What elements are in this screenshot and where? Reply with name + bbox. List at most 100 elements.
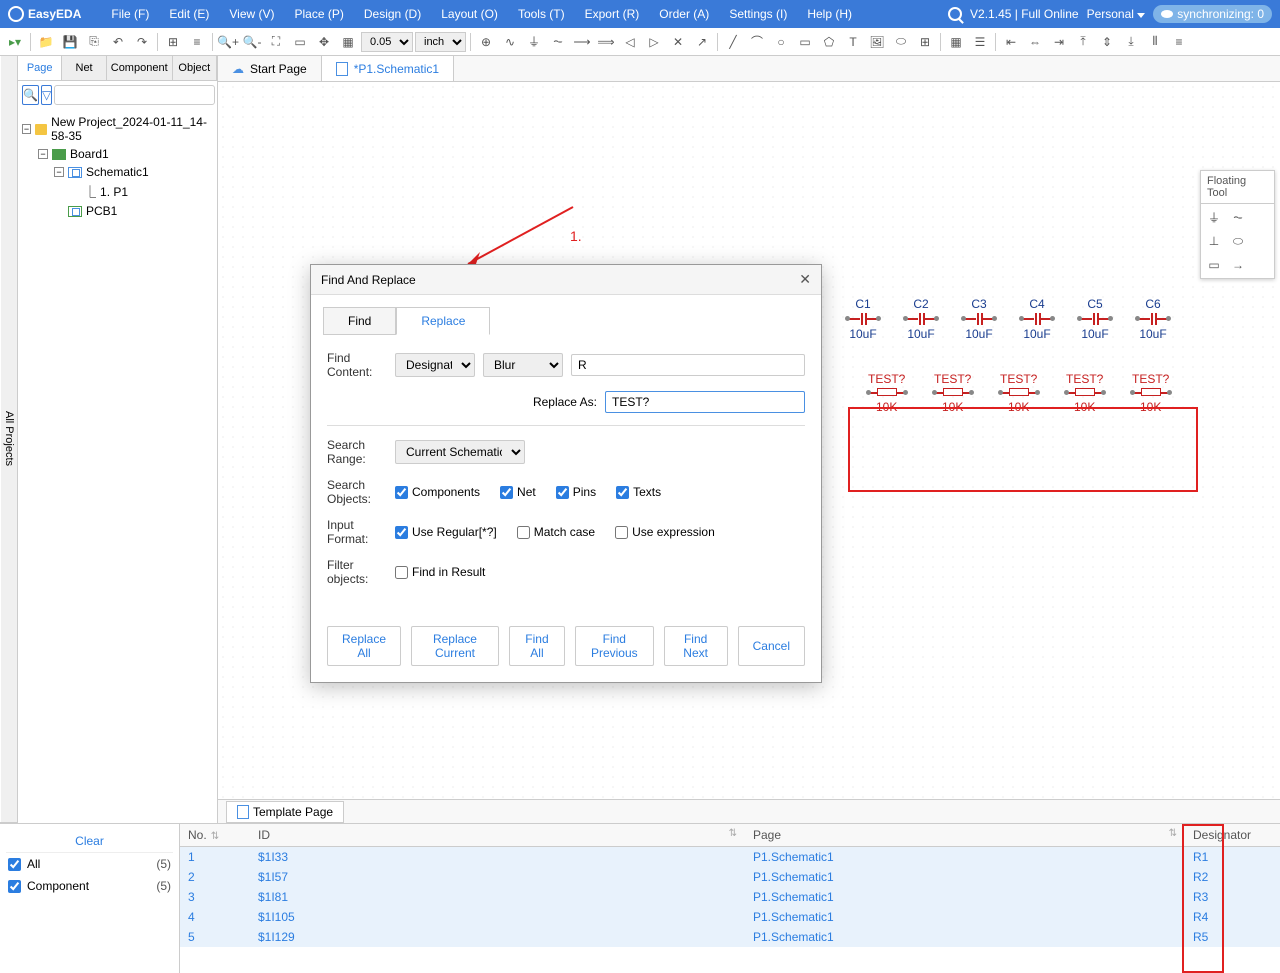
- text-icon[interactable]: T: [842, 31, 864, 53]
- replace-all-button[interactable]: Replace All: [327, 626, 401, 666]
- component-icon[interactable]: ⊕: [475, 31, 497, 53]
- match-mode-select[interactable]: Blur: [483, 353, 563, 377]
- menu-item[interactable]: Export (R): [575, 7, 650, 21]
- tree-project[interactable]: −New Project_2024-01-11_14-58-35: [22, 113, 213, 145]
- tree-pcb[interactable]: PCB1: [22, 202, 213, 220]
- result-row[interactable]: 4$1I105P1.Schematic1R4: [180, 907, 1280, 927]
- menu-item[interactable]: File (F): [101, 7, 159, 21]
- tab-schematic[interactable]: *P1.Schematic1: [322, 56, 454, 81]
- grid2-icon[interactable]: ▦: [337, 31, 359, 53]
- sync-badge[interactable]: synchronizing: 0: [1153, 5, 1272, 23]
- filter-mode-icon[interactable]: ▽: [41, 85, 52, 105]
- search-range-select[interactable]: Current Schematic: [395, 440, 525, 464]
- capacitor[interactable]: C410uF: [1022, 297, 1052, 341]
- menu-item[interactable]: Design (D): [354, 7, 431, 21]
- zoom-out-icon[interactable]: 🔍-: [241, 31, 263, 53]
- replace-current-button[interactable]: Replace Current: [411, 626, 499, 666]
- menu-item[interactable]: Edit (E): [159, 7, 219, 21]
- zoom-in-icon[interactable]: 🔍+: [217, 31, 239, 53]
- search-mode-icon[interactable]: 🔍: [22, 85, 39, 105]
- netlabel-icon[interactable]: ◁: [619, 31, 641, 53]
- capacitor[interactable]: C110uF: [848, 297, 878, 341]
- net-icon[interactable]: ⟶: [571, 31, 593, 53]
- workspace-dropdown[interactable]: Personal: [1087, 7, 1146, 21]
- template-page-tab[interactable]: Template Page: [226, 801, 344, 823]
- noconnect-icon[interactable]: ✕: [667, 31, 689, 53]
- table-icon[interactable]: ⊞: [914, 31, 936, 53]
- menu-item[interactable]: Order (A): [649, 7, 719, 21]
- align-icon[interactable]: ≡: [186, 31, 208, 53]
- col-no[interactable]: No.⇅: [180, 824, 250, 847]
- bom-icon[interactable]: ☰: [969, 31, 991, 53]
- replace-input[interactable]: [605, 391, 805, 413]
- sidebar-tab[interactable]: Component: [107, 56, 173, 80]
- replace-tab[interactable]: Replace: [396, 307, 490, 335]
- save-all-icon[interactable]: ⎘: [83, 31, 105, 53]
- search-icon[interactable]: [948, 7, 962, 21]
- tree-schematic[interactable]: −Schematic1: [22, 163, 213, 181]
- find-input[interactable]: [571, 354, 805, 376]
- menu-item[interactable]: Help (H): [797, 7, 862, 21]
- result-row[interactable]: 3$1I81P1.Schematic1R3: [180, 887, 1280, 907]
- left-tab[interactable]: All Projects: [1, 56, 17, 823]
- close-icon[interactable]: ✕: [799, 271, 811, 288]
- col-designator[interactable]: Designator: [1185, 824, 1280, 847]
- new-button[interactable]: ▸▾: [4, 31, 26, 53]
- matchcase-checkbox[interactable]: Match case: [517, 525, 595, 539]
- menu-item[interactable]: View (V): [219, 7, 284, 21]
- vcc-icon[interactable]: ⏦: [547, 31, 569, 53]
- gnd-icon[interactable]: ⏚: [1205, 208, 1223, 226]
- crosshair-icon[interactable]: ✥: [313, 31, 335, 53]
- arc-icon[interactable]: ⌒: [746, 31, 768, 53]
- net-checkbox[interactable]: Net: [500, 485, 536, 499]
- tab-start-page[interactable]: ☁Start Page: [218, 56, 322, 81]
- align-b-icon[interactable]: ⤓: [1120, 31, 1142, 53]
- sidebar-tab[interactable]: Net: [62, 56, 106, 80]
- filter-row[interactable]: All(5): [6, 853, 173, 875]
- pins-checkbox[interactable]: Pins: [556, 485, 596, 499]
- undo-icon[interactable]: ↶: [107, 31, 129, 53]
- rect-icon[interactable]: ▭: [794, 31, 816, 53]
- zoom-select[interactable]: 0.05: [361, 32, 413, 52]
- sidebar-tab[interactable]: Object: [173, 56, 217, 80]
- dist-v-icon[interactable]: ≡: [1168, 31, 1190, 53]
- resistor-icon[interactable]: ∿: [499, 31, 521, 53]
- ellipse-icon[interactable]: ⬭: [1229, 232, 1247, 250]
- col-id[interactable]: ID⇅: [250, 824, 745, 847]
- probe-icon[interactable]: ↗: [691, 31, 713, 53]
- save-icon[interactable]: 💾: [59, 31, 81, 53]
- poly-icon[interactable]: ⬠: [818, 31, 840, 53]
- capacitor[interactable]: C610uF: [1138, 297, 1168, 341]
- tree-board[interactable]: −Board1: [22, 145, 213, 163]
- grid-icon[interactable]: ⊞: [162, 31, 184, 53]
- find-all-button[interactable]: Find All: [509, 626, 565, 666]
- image-icon[interactable]: 🖼: [866, 31, 888, 53]
- result-row[interactable]: 1$1I33P1.Schematic1R1: [180, 847, 1280, 868]
- texts-checkbox[interactable]: Texts: [616, 485, 661, 499]
- result-row[interactable]: 5$1I129P1.Schematic1R5: [180, 927, 1280, 947]
- line-icon[interactable]: ╱: [722, 31, 744, 53]
- fit-icon[interactable]: ⛶: [265, 31, 287, 53]
- cancel-button[interactable]: Cancel: [738, 626, 805, 666]
- redo-icon[interactable]: ↷: [131, 31, 153, 53]
- align-t-icon[interactable]: ⤒: [1072, 31, 1094, 53]
- find-in-result-checkbox[interactable]: Find in Result: [395, 565, 485, 579]
- open-icon[interactable]: 📁: [35, 31, 57, 53]
- align-r-icon[interactable]: ⇥: [1048, 31, 1070, 53]
- capacitor[interactable]: C510uF: [1080, 297, 1110, 341]
- ellipse-icon[interactable]: ⬭: [890, 31, 912, 53]
- find-next-button[interactable]: Find Next: [664, 626, 728, 666]
- filter-row[interactable]: Component(5): [6, 875, 173, 897]
- capacitor[interactable]: C310uF: [964, 297, 994, 341]
- menu-item[interactable]: Layout (O): [431, 7, 508, 21]
- drc-icon[interactable]: ▦: [945, 31, 967, 53]
- unit-select[interactable]: inch: [415, 32, 466, 52]
- floating-tool-panel[interactable]: Floating Tool ⏚ ⏦ ⊥ ⬭ ▭ →: [1200, 170, 1275, 279]
- gnd-icon[interactable]: ⏚: [523, 31, 545, 53]
- clear-button[interactable]: Clear: [6, 830, 173, 853]
- menu-item[interactable]: Tools (T): [508, 7, 575, 21]
- perp-icon[interactable]: ⊥: [1205, 232, 1223, 250]
- dist-h-icon[interactable]: ⫴: [1144, 31, 1166, 53]
- find-tab[interactable]: Find: [323, 307, 396, 335]
- vcc-icon[interactable]: ⏦: [1229, 208, 1247, 226]
